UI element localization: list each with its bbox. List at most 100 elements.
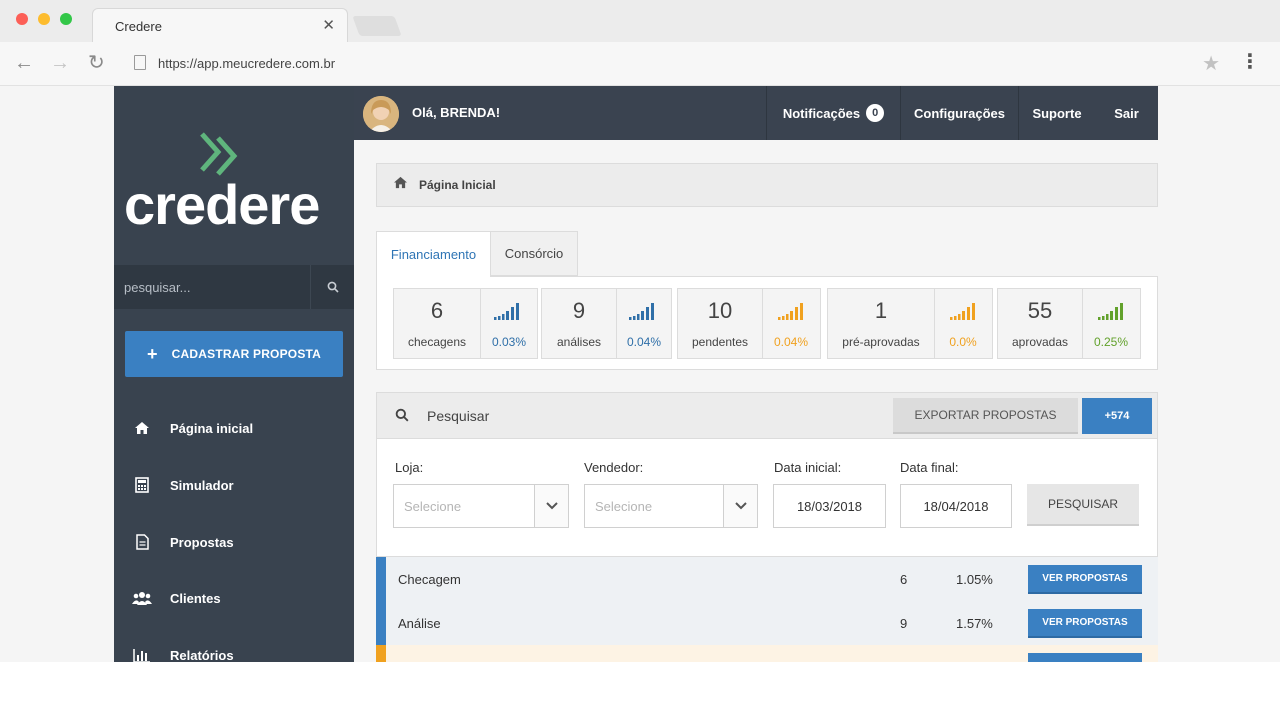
bookmark-star-icon[interactable]: ★ <box>1202 51 1220 76</box>
row-count: 9 <box>900 616 908 631</box>
settings-link[interactable]: Configurações <box>900 86 1018 140</box>
data-final-field[interactable]: 18/04/2018 <box>900 484 1012 528</box>
stat-label: análises <box>556 335 602 349</box>
minimize-window-button[interactable] <box>38 13 50 25</box>
breadcrumb: Página Inicial <box>376 163 1158 207</box>
page-bottom-area <box>0 662 1280 720</box>
stat-percent: 0.04% <box>626 335 662 349</box>
add-proposal-label: CADASTRAR PROPOSTA <box>171 347 322 361</box>
sidebar-item-simulator[interactable]: Simulador <box>114 457 354 513</box>
browser-tabstrip: Credere ✕ <box>0 0 1280 42</box>
filter-title: Pesquisar <box>427 408 490 424</box>
reload-icon[interactable]: ↻ <box>88 52 105 74</box>
view-proposals-button[interactable]: VER PROPOSTAS <box>1028 565 1142 594</box>
search-button[interactable]: PESQUISAR <box>1027 484 1139 526</box>
bar-chart-icon <box>114 648 170 662</box>
stat-label: checagens <box>407 335 467 349</box>
sidebar-item-label: Clientes <box>170 590 221 606</box>
search-icon[interactable] <box>310 265 354 309</box>
sidebar-item-proposals[interactable]: Propostas <box>114 514 354 570</box>
new-tab-button[interactable] <box>352 16 402 36</box>
view-proposals-button[interactable]: VER PROPOSTAS <box>1028 609 1142 638</box>
back-icon[interactable]: ← <box>14 52 34 74</box>
stat-value: 10 <box>707 298 733 323</box>
stat-value: 6 <box>430 298 444 323</box>
stat-value: 9 <box>572 298 586 323</box>
notifications-label: Notificações <box>782 105 861 121</box>
sidebar-item-label: Propostas <box>170 534 234 550</box>
vendedor-select[interactable]: Selecione <box>584 484 758 528</box>
row-label: Checagem <box>398 572 461 587</box>
logo[interactable]: credere <box>124 172 320 237</box>
address-bar[interactable]: https://app.meucredere.com.br <box>158 56 335 71</box>
forward-icon[interactable]: → <box>50 52 70 74</box>
stat-card-analises[interactable]: 9 análises 0.04% <box>541 288 672 359</box>
sidebar-item-home[interactable]: Página inicial <box>114 400 354 456</box>
vendedor-label: Vendedor: <box>584 460 644 475</box>
sidebar: credere + CADASTRAR PROPOSTA Página inic… <box>114 86 354 662</box>
signal-bars-icon <box>1098 303 1123 320</box>
vendedor-placeholder: Selecione <box>595 499 653 514</box>
stat-label: aprovadas <box>1011 335 1069 349</box>
browser-toolbar: ← → ↻ https://app.meucredere.com.br ★ ⋮ <box>0 42 1280 86</box>
stat-percent: 0.04% <box>773 335 809 349</box>
tab-financiamento[interactable]: Financiamento <box>376 231 491 277</box>
stat-card-checagens[interactable]: 6 checagens 0.03% <box>393 288 538 359</box>
signal-bars-icon <box>494 303 519 320</box>
table-row <box>376 645 1158 662</box>
chevron-down-icon <box>723 485 757 527</box>
stat-percent: 0.25% <box>1093 335 1129 349</box>
row-label: Análise <box>398 616 441 631</box>
browser-tab[interactable]: Credere ✕ <box>92 8 348 42</box>
add-proposal-button[interactable]: + CADASTRAR PROPOSTA <box>125 331 343 377</box>
page-icon <box>134 55 146 70</box>
sidebar-item-label: Página inicial <box>170 420 254 436</box>
row-status-stripe <box>376 645 386 662</box>
stat-card-aprovadas[interactable]: 55 aprovadas 0.25% <box>997 288 1141 359</box>
stats-panel: 6 checagens 0.03% 9 análises 0.04% 10 pe… <box>376 276 1158 370</box>
document-icon <box>114 534 170 550</box>
row-percent: 1.57% <box>956 616 993 631</box>
users-icon <box>114 590 170 606</box>
close-window-button[interactable] <box>16 13 28 25</box>
row-status-stripe <box>376 557 386 601</box>
settings-label: Configurações <box>913 105 1005 121</box>
browser-tab-title: Credere <box>115 19 162 34</box>
stat-percent: 0.03% <box>491 335 527 349</box>
data-final-label: Data final: <box>900 460 959 475</box>
page-title: Página Inicial <box>419 178 496 192</box>
sidebar-item-label: Relatórios <box>170 647 234 663</box>
table-row: Análise 9 1.57% VER PROPOSTAS <box>376 601 1158 645</box>
signal-bars-icon <box>778 303 803 320</box>
row-count: 6 <box>900 572 908 587</box>
sidebar-item-clients[interactable]: Clientes <box>114 570 354 626</box>
loja-select[interactable]: Selecione <box>393 484 569 528</box>
stat-label: pré-aprovadas <box>842 335 920 349</box>
stat-card-pendentes[interactable]: 10 pendentes 0.04% <box>677 288 821 359</box>
data-inicial-field[interactable]: 18/03/2018 <box>773 484 886 528</box>
filter-panel: Pesquisar EXPORTAR PROPOSTAS +574 Loja: … <box>376 392 1158 557</box>
maximize-window-button[interactable] <box>60 13 72 25</box>
avatar[interactable] <box>363 96 399 132</box>
logout-link[interactable]: Sair <box>1095 86 1158 140</box>
support-link[interactable]: Suporte <box>1018 86 1095 140</box>
close-tab-icon[interactable]: ✕ <box>322 16 335 34</box>
more-results-button[interactable]: +574 <box>1082 398 1152 434</box>
sidebar-item-reports[interactable]: Relatórios <box>114 627 354 662</box>
chevron-down-icon <box>534 485 568 527</box>
notifications-link[interactable]: Notificações 0 <box>766 86 900 140</box>
top-header: Olá, BRENDA! Notificações 0 Configuraçõe… <box>354 86 1158 140</box>
view-proposals-button[interactable] <box>1028 653 1142 662</box>
loja-placeholder: Selecione <box>404 499 462 514</box>
browser-menu-icon[interactable]: ⋮ <box>1240 51 1260 73</box>
filter-header: Pesquisar EXPORTAR PROPOSTAS +574 <box>377 393 1157 439</box>
search-icon <box>395 408 409 427</box>
sidebar-item-label: Simulador <box>170 477 234 493</box>
stat-value: 55 <box>1027 298 1053 323</box>
export-proposals-button[interactable]: EXPORTAR PROPOSTAS <box>893 398 1078 434</box>
loja-label: Loja: <box>395 460 424 475</box>
home-icon[interactable] <box>393 176 408 194</box>
stat-card-pre-aprovadas[interactable]: 1 pré-aprovadas 0.0% <box>827 288 993 359</box>
sidebar-search-input[interactable] <box>114 265 310 309</box>
tab-consorcio[interactable]: Consórcio <box>491 231 578 276</box>
